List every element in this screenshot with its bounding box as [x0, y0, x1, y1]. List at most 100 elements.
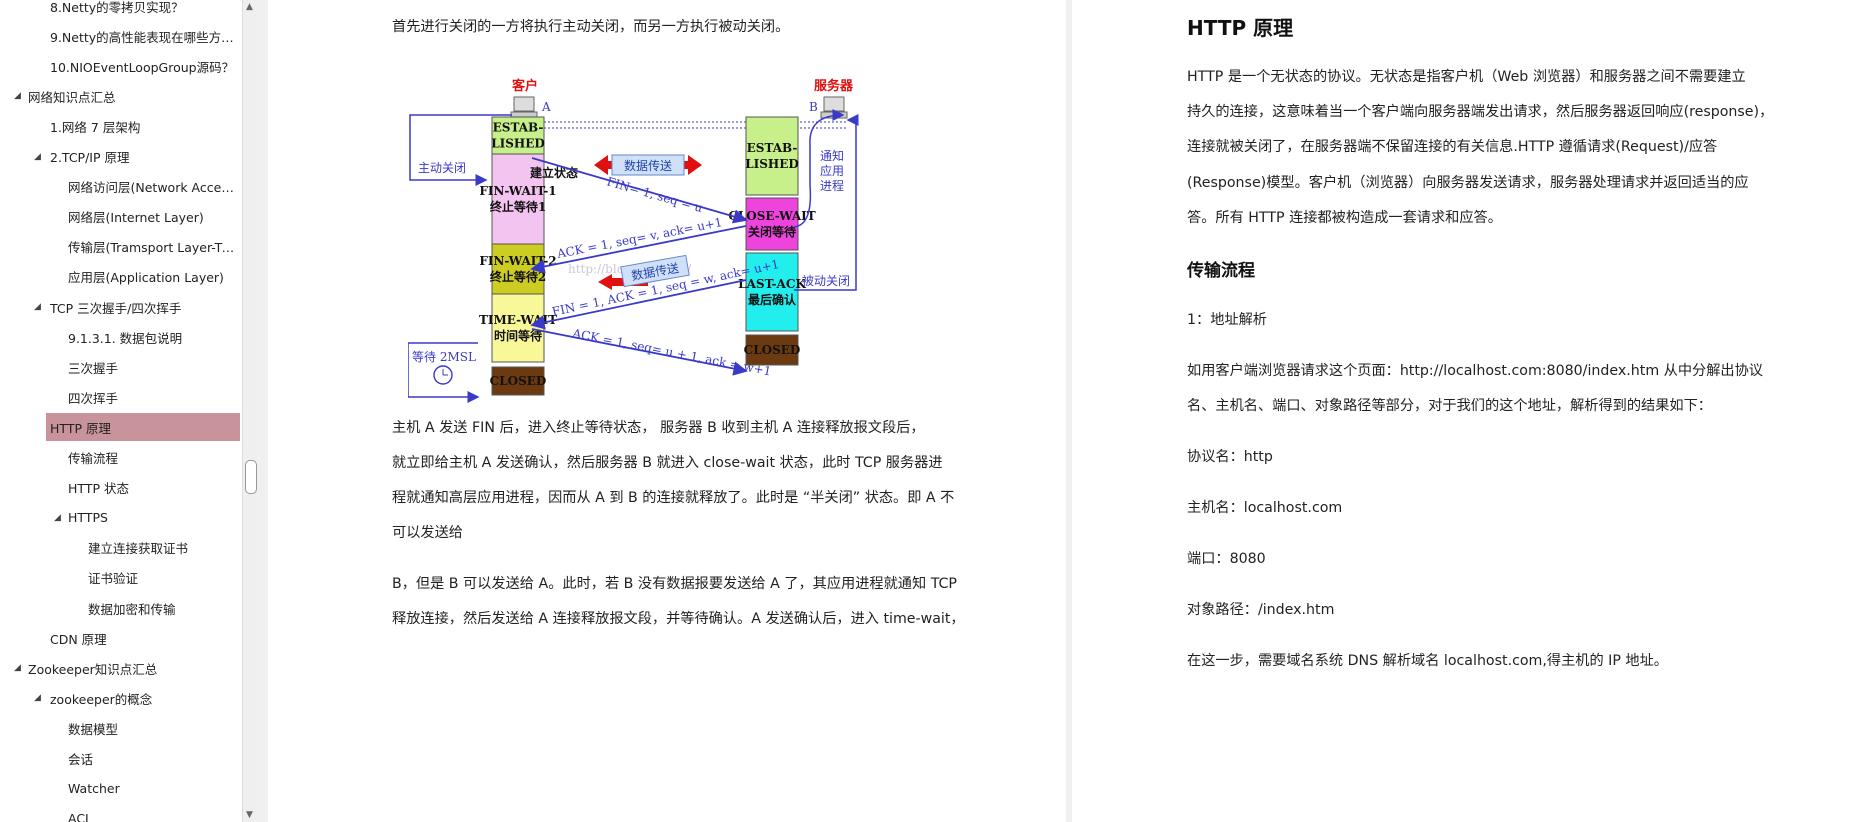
- toc-item[interactable]: HTTP 状态: [0, 474, 240, 502]
- paragraph-line: 程就通知高层应用进程，因而从 A 到 B 的连接就释放了。此时是 “半关闭” 状…: [392, 490, 955, 506]
- expand-arrow-icon[interactable]: ◢: [14, 91, 21, 101]
- state-box: [491, 293, 545, 363]
- toc-item[interactable]: 9.Netty的高性能表现在哪些方面？: [0, 22, 240, 50]
- state-label: CLOSED: [490, 374, 547, 388]
- paragraph-line: 就立即给主机 A 发送确认，然后服务器 B 就进入 close-wait 状态，…: [392, 455, 943, 471]
- paragraph-line: 在这一步，需要域名系统 DNS 解析域名 localhost.com,得主机的 …: [1187, 653, 1668, 669]
- toc-item[interactable]: ◢HTTP 原理: [46, 413, 240, 442]
- toc-item-label: 9.Netty的高性能表现在哪些方面？: [50, 29, 240, 45]
- toc-item-label: 2.TCP/IP 原理: [50, 150, 130, 165]
- toc-item-label: 数据加密和传输: [88, 601, 176, 617]
- toc-item[interactable]: 传输流程: [0, 444, 240, 472]
- paragraph-line: 答。所有 HTTP 连接都被构造成一套请求和应答。: [1187, 210, 1502, 226]
- scroll-down-icon[interactable]: ▼: [246, 810, 253, 820]
- expand-arrow-icon[interactable]: ◢: [14, 663, 21, 673]
- paragraph-line: 如用客户端浏览器请求这个页面：http://localhost.com:8080…: [1187, 363, 1763, 379]
- svg-text:数据传送: 数据传送: [624, 158, 672, 173]
- toc-item[interactable]: 网络访问层(Network Access...: [0, 173, 240, 201]
- expand-arrow-icon[interactable]: ◢: [34, 302, 41, 312]
- server-state-column: ESTAB-LISHEDCLOSE-WAIT 关闭等待LAST-ACK 最后确认CL…: [728, 116, 816, 366]
- server-label: 服务器: [814, 78, 854, 94]
- data-transfer-top: 数据传送: [594, 154, 702, 176]
- toc-item-label: 10.NIOEventLoopGroup源码？: [50, 59, 235, 75]
- toc-item-label: 传输层(Tramsport Layer-TC...: [68, 240, 238, 256]
- server-tag: B: [809, 100, 818, 114]
- toc-item[interactable]: 四次挥手: [0, 383, 240, 411]
- paragraph-line: 释放连接，然后发送给 A 连接释放报文段，并等待确认。A 发送确认后，进入 ti…: [392, 611, 965, 627]
- paragraph-line: 1：地址解析: [1187, 312, 1267, 328]
- paragraph-line: 名、主机名、端口、对象路径等部分，对于我们的这个地址，解析得到的结果如下：: [1187, 398, 1712, 414]
- scroll-up-icon[interactable]: ▲: [246, 2, 253, 12]
- toc-item-label: HTTP 状态: [68, 481, 129, 497]
- paragraph-line: HTTP 是一个无状态的协议。无状态是指客户机（Web 浏览器）和服务器之间不需…: [1187, 69, 1746, 85]
- toc-item-label: 四次挥手: [68, 390, 119, 406]
- toc-item-label: 网络层(Internet Layer): [68, 210, 204, 226]
- state-box: [745, 116, 799, 196]
- toc-item[interactable]: 证书验证: [0, 564, 240, 592]
- sidebar-scrollbar[interactable]: ▲ ▼: [242, 0, 257, 822]
- toc-item[interactable]: 会话: [0, 745, 240, 773]
- toc-item-label: 三次握手: [68, 360, 119, 376]
- toc-item[interactable]: ◢ 网络知识点汇总: [0, 82, 240, 110]
- toc-item[interactable]: 1.网络 7 层架构: [0, 112, 240, 140]
- toc-item-label: Watcher: [68, 781, 120, 797]
- wait-2msl-label: 等待 2MSL: [412, 350, 476, 364]
- toc-item[interactable]: ◢ 2.TCP/IP 原理: [0, 143, 240, 171]
- toc-item[interactable]: 三次握手: [0, 353, 240, 381]
- toc-item[interactable]: ◢ HTTPS: [0, 504, 240, 532]
- toc-item-label: ACL: [68, 811, 93, 822]
- client-tag: A: [541, 100, 551, 114]
- toc-item[interactable]: CDN 原理: [0, 624, 240, 652]
- toc-item[interactable]: ◢ Zookeeper知识点汇总: [0, 654, 240, 682]
- client-label: 客户: [512, 78, 538, 94]
- toc-item-label: 传输流程: [68, 451, 119, 466]
- paragraph-line: 对象路径：/index.htm: [1187, 602, 1335, 618]
- toc-item[interactable]: 8.Netty的零拷贝实现？: [0, 0, 240, 20]
- toc-item[interactable]: 网络层(Internet Layer): [0, 203, 240, 231]
- section-title: 传输流程: [1187, 261, 1255, 281]
- paragraph-line: 可以发送给: [392, 525, 463, 541]
- toc-item-label: TCP 三次握手/四次挥手: [50, 300, 182, 316]
- toc-sidebar: 8.Netty的零拷贝实现？ 9.Netty的高性能表现在哪些方面？ 10.NIOE…: [0, 0, 242, 822]
- tcp-four-way-handshake-diagram: 客户 服务器 A B ESTAB-LISHEDFIN-WAIT-1 终止等待1FI…: [408, 78, 859, 403]
- scrollbar-thumb[interactable]: [245, 460, 257, 494]
- paragraph-line: (Response)模型。客户机（浏览器）向服务器发送请求，服务器处理请求并返回…: [1187, 175, 1749, 191]
- toc-item[interactable]: ◢ zookeeper的概念: [0, 684, 240, 712]
- toc-item[interactable]: 建立连接获取证书: [0, 534, 240, 562]
- paragraph-line: 协议名：http: [1187, 449, 1273, 465]
- active-close-label: 主动关闭: [418, 161, 466, 175]
- toc-item[interactable]: 数据加密和传输: [0, 594, 240, 622]
- toc-item[interactable]: 10.NIOEventLoopGroup源码？: [0, 52, 240, 80]
- paragraph-line: 连接就被关闭了，在服务器端不保留连接的有关信息.HTTP 遵循请求(Reques…: [1187, 139, 1718, 155]
- state-box: [745, 197, 799, 251]
- message-ack2: ACK = 1, seq= u + 1, ack = w+1: [570, 326, 772, 378]
- toc-item-label: 9.1.3.1. 数据包说明: [68, 330, 183, 346]
- paragraph-line: 首先进行关闭的一方将执行主动关闭，而另一方执行被动关闭。: [392, 19, 790, 35]
- toc-item[interactable]: ACL: [0, 805, 240, 822]
- toc-item-label: 网络访问层(Network Access...: [68, 180, 238, 196]
- toc-item-label: 建立连接获取证书: [88, 541, 189, 557]
- paragraph-line: 主机 A 发送 FIN 后，进入终止等待状态， 服务器 B 收到主机 A 连接释…: [392, 420, 925, 436]
- toc-item[interactable]: 9.1.3.1. 数据包说明: [0, 323, 240, 351]
- toc-item[interactable]: Watcher: [0, 775, 240, 803]
- client-computer-icon: [510, 96, 538, 119]
- expand-arrow-icon[interactable]: ◢: [34, 152, 41, 162]
- toc-item-label: 网络知识点汇总: [28, 89, 116, 105]
- toc-item-label: 数据模型: [68, 721, 119, 737]
- paragraph-line: B，但是 B 可以发送给 A。此时，若 B 没有数据报要发送给 A 了，其应用进…: [392, 576, 957, 592]
- paragraph-line: 持久的连接，这意味着当一个客户端向服务器端发出请求，然后服务器返回响应(resp…: [1187, 104, 1774, 120]
- toc-item[interactable]: 传输层(Tramsport Layer-TC...: [0, 233, 240, 261]
- document-page-left: 首先进行关闭的一方将执行主动关闭，而另一方执行被动关闭。 客户 服务器 A B …: [268, 0, 1066, 822]
- toc-item[interactable]: 数据模型: [0, 714, 240, 742]
- toc-item-label: 会话: [68, 752, 94, 767]
- client-state-column: ESTAB-LISHEDFIN-WAIT-1 终止等待1FIN-WAIT-2 终止等…: [479, 116, 557, 396]
- paragraph-line: 主机名：localhost.com: [1187, 500, 1343, 516]
- expand-arrow-icon[interactable]: ◢: [54, 513, 61, 523]
- state-label: CLOSED: [744, 343, 801, 357]
- toc-item-label: Zookeeper知识点汇总: [28, 661, 158, 677]
- toc-item[interactable]: 应用层(Application Layer): [0, 263, 240, 291]
- toc-item[interactable]: ◢ TCP 三次握手/四次挥手: [0, 293, 240, 321]
- toc-item-label: 证书验证: [88, 571, 139, 587]
- toc-item-label: 1.网络 7 层架构: [50, 119, 141, 135]
- expand-arrow-icon[interactable]: ◢: [34, 693, 41, 703]
